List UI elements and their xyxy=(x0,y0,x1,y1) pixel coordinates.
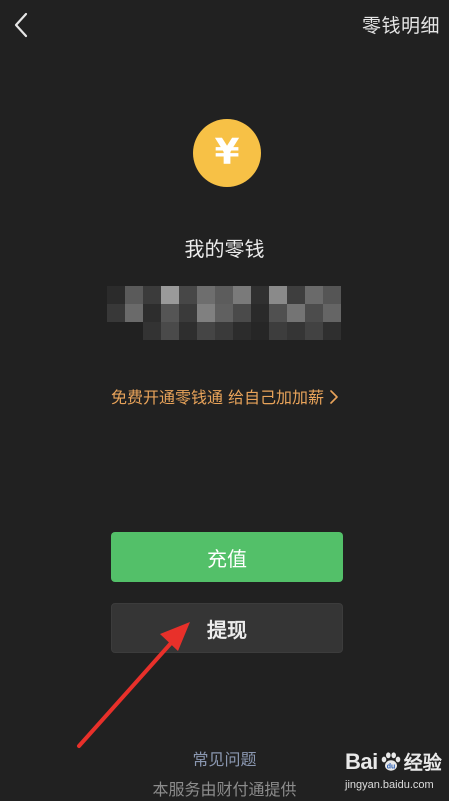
recharge-button[interactable]: 充值 xyxy=(111,532,343,582)
watermark-brand-suffix: 经验 xyxy=(403,752,442,774)
balance-title: 我的零钱 xyxy=(184,237,265,261)
change-details-link[interactable]: 零钱明细 xyxy=(362,11,440,38)
svg-text:du: du xyxy=(386,763,395,770)
withdraw-button[interactable]: 提现 xyxy=(111,603,343,653)
chevron-left-icon xyxy=(14,12,28,38)
lingqiantong-promo-link[interactable]: 免费开通零钱通 给自己加加薪 xyxy=(0,384,449,408)
paw-icon: du xyxy=(381,751,401,771)
back-button[interactable] xyxy=(6,8,36,42)
yuan-symbol: ¥ xyxy=(214,132,240,173)
chevron-right-icon xyxy=(330,389,338,408)
watermark-brand-prefix: Bai xyxy=(345,748,378,774)
watermark-url: jingyan.baidu.com xyxy=(345,779,434,791)
yuan-coin-icon: ¥ xyxy=(193,119,261,187)
balance-amount-mosaic xyxy=(107,286,341,340)
promo-text: 免费开通零钱通 给自己加加薪 xyxy=(110,388,325,407)
baidu-jingyan-watermark: Bai du 经验 jingyan.baidu.com xyxy=(339,746,443,798)
